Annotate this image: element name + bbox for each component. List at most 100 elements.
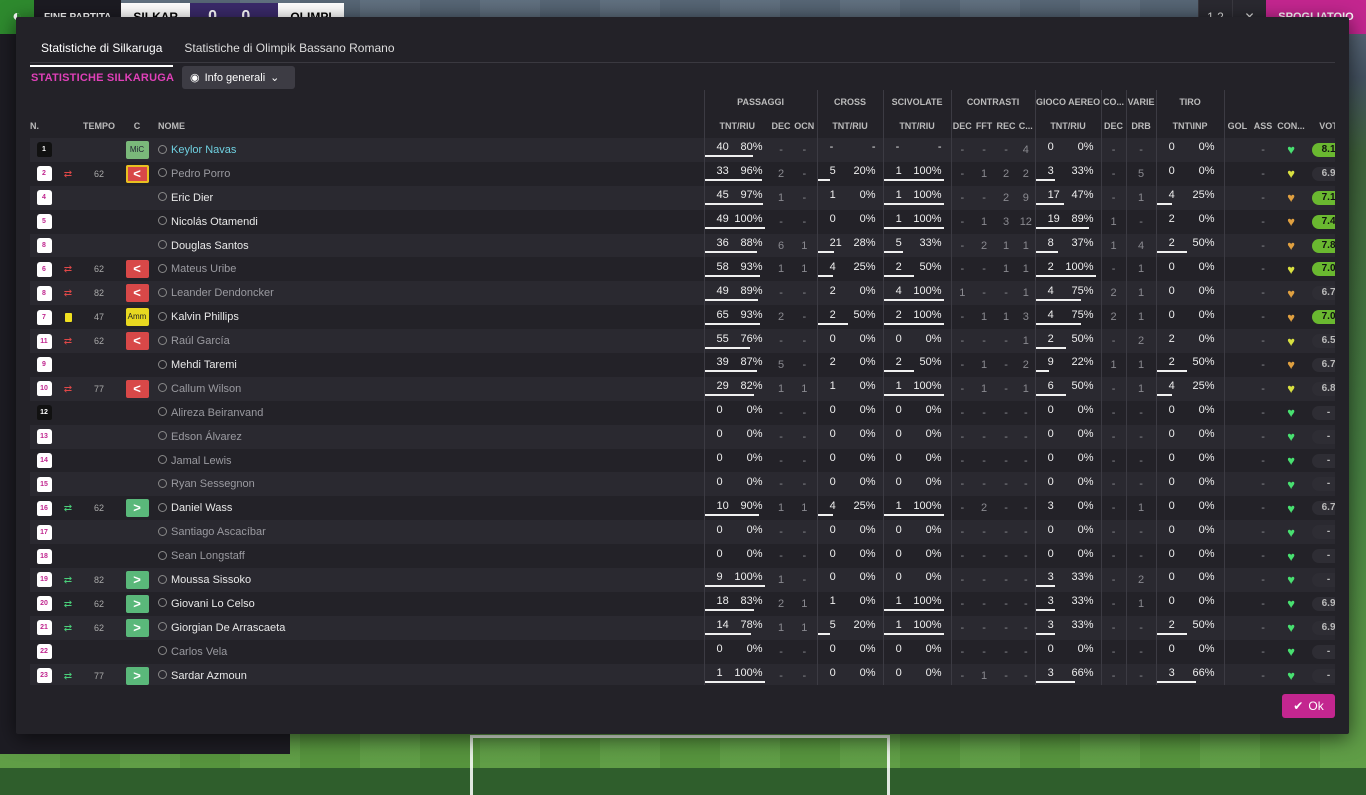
player-name-cell[interactable]: Mateus Uribe	[154, 257, 704, 281]
sub-off-button[interactable]: <	[125, 284, 149, 303]
player-name[interactable]: Daniel Wass	[171, 502, 232, 514]
sub-on-button[interactable]: >	[125, 570, 149, 589]
col-n[interactable]: N.	[30, 114, 58, 138]
table-row[interactable]: 10 ⇄ 77 < Callum Wilson 29 82% 1 1 1 0% 1 100% -1-1 6 5…	[30, 376, 1335, 401]
table-row[interactable]: 21 ⇄ 62 > Giorgian De Arrascaeta 14 78% 1 1 5 20% 1…	[30, 615, 1335, 640]
sub-off-button[interactable]: <	[125, 379, 149, 398]
sub-on-button[interactable]: >	[125, 594, 149, 613]
player-name-cell[interactable]: Sardar Azmoun	[154, 664, 704, 685]
player-name-cell[interactable]: Eric Dier	[154, 186, 704, 210]
player-name-cell[interactable]: Carlos Vela	[154, 640, 704, 664]
player-name-cell[interactable]: Raúl García	[154, 329, 704, 353]
table-row[interactable]: 8 Douglas Santos 36 88% 6 1 21 28% 5 33% -2 1 1 8 37% 1…	[30, 233, 1335, 258]
player-name-cell[interactable]: Sean Longstaff	[154, 544, 704, 568]
player-name[interactable]: Moussa Sissoko	[171, 574, 251, 586]
table-row[interactable]: 6 ⇄ 62 < Mateus Uribe 58 93% 1 1 4 25% 2 50% - -1 1 2 100…	[30, 257, 1335, 282]
player-name-cell[interactable]: Leander Dendoncker	[154, 281, 704, 305]
player-name[interactable]: Santiago Ascacíbar	[171, 526, 266, 538]
player-name[interactable]: Douglas Santos	[171, 240, 249, 252]
col-gol[interactable]: GOL	[1223, 114, 1251, 138]
player-name-cell[interactable]: Nicolás Otamendi	[154, 210, 704, 234]
table-row[interactable]: 14 Jamal Lewis 0 0% - -0 0% 0 0% - - - -0 0% - -0 0% - ♥ -	[30, 448, 1335, 473]
col-contr-c[interactable]: C...	[1017, 114, 1035, 138]
col-c[interactable]: C	[120, 114, 154, 138]
table-row[interactable]: 16 ⇄ 62 > Daniel Wass 10 90% 1 1 4 25% 1 100% -2- -3 0%…	[30, 496, 1335, 521]
player-name[interactable]: Edson Álvarez	[171, 431, 242, 443]
col-contr-rec[interactable]: REC	[995, 114, 1017, 138]
player-name[interactable]: Leander Dendoncker	[171, 287, 274, 299]
player-name[interactable]: Ryan Sessegnon	[171, 478, 255, 490]
player-name[interactable]: Keylor Navas	[171, 144, 236, 156]
col-con[interactable]: CON...	[1276, 114, 1306, 138]
table-row[interactable]: 13 Edson Álvarez 0 0% - -0 0% 0 0% - - - -0 0% - -0 0% - ♥…	[30, 424, 1335, 449]
table-row[interactable]: 22 Carlos Vela 0 0% - -0 0% 0 0% - - - -0 0% - -0 0% - ♥ -	[30, 639, 1335, 664]
player-name[interactable]: Giorgian De Arrascaeta	[171, 622, 285, 634]
sub-on-button[interactable]: >	[125, 618, 149, 637]
player-name-cell[interactable]: Moussa Sissoko	[154, 568, 704, 592]
player-name[interactable]: Kalvin Phillips	[171, 311, 239, 323]
player-name-cell[interactable]: Daniel Wass	[154, 496, 704, 520]
table-row[interactable]: 1 MiC Keylor Navas 40 80% - - - - - - - - -4 0 0% - -0 0% -…	[30, 138, 1335, 162]
col-cross-tnt-riu[interactable]: TNT/RIU	[816, 114, 884, 138]
player-name[interactable]: Jamal Lewis	[171, 455, 232, 467]
col-nome[interactable]: NOME	[154, 114, 704, 138]
stats-table-wrap[interactable]: PASSAGGI CROSS SCIVOLATE CONTRASTI GIOCO…	[30, 90, 1335, 685]
player-name-cell[interactable]: Ryan Sessegnon	[154, 472, 704, 496]
col-ass[interactable]: ASS	[1250, 114, 1276, 138]
sub-off-button[interactable]: <	[125, 332, 149, 351]
sub-on-button[interactable]: >	[125, 666, 149, 685]
sub-off-button[interactable]: <	[125, 260, 149, 279]
col-pass-dec[interactable]: DEC	[770, 114, 792, 138]
tab-away-stats[interactable]: Statistiche di Olimpik Bassano Romano	[173, 41, 405, 67]
table-row[interactable]: 5 Nicolás Otamendi 49 100% - -0 0% 1 100% -1 3 12 19…	[30, 209, 1335, 234]
table-row[interactable]: 19 ⇄ 82 > Moussa Sissoko 9 100% 1-0 0% 0 0% - - - -3 33…	[30, 568, 1335, 592]
col-tiro-tnt-inp[interactable]: TNT\INP	[1155, 114, 1225, 138]
view-dropdown[interactable]: ◉ Info generali ⌄	[182, 66, 295, 89]
player-name[interactable]: Sardar Azmoun	[171, 670, 247, 682]
col-contr-fft[interactable]: FFT	[973, 114, 995, 138]
tab-home-stats[interactable]: Statistiche di Silkaruga	[30, 41, 174, 67]
player-name-cell[interactable]: Jamal Lewis	[154, 449, 704, 473]
table-row[interactable]: 8 ⇄ 82 < Leander Dendoncker 49 89% - -2 0% 4 100% 1-…	[30, 281, 1335, 306]
player-name[interactable]: Pedro Porro	[171, 168, 230, 180]
player-name-cell[interactable]: Kalvin Phillips	[154, 305, 704, 329]
player-name[interactable]: Nicolás Otamendi	[171, 216, 258, 228]
col-pass-tnt-riu[interactable]: TNT/RIU	[703, 114, 771, 138]
table-row[interactable]: 20 ⇄ 62 > Giovani Lo Celso 18 83% 2 1 1 0% 1 100% - - -…	[30, 591, 1335, 616]
col-contr-dec[interactable]: DEC	[950, 114, 974, 138]
col-co-dec[interactable]: DEC	[1100, 114, 1127, 138]
player-name-cell[interactable]: Giovani Lo Celso	[154, 592, 704, 616]
col-tempo[interactable]: TEMPO	[78, 114, 120, 138]
player-name[interactable]: Mateus Uribe	[171, 263, 236, 275]
col-vot[interactable]: VOT	[1306, 114, 1335, 138]
table-row[interactable]: 11 ⇄ 62 < Raúl García 55 76% - -0 0% 0 0% - - -1 2 50% -2…	[30, 329, 1335, 354]
table-row[interactable]: 7 47 Amm Kalvin Phillips 65 93% 2-2 50% 2 100% -1 1…	[30, 305, 1335, 330]
player-name[interactable]: Mehdi Taremi	[171, 359, 237, 371]
table-row[interactable]: 23 ⇄ 77 > Sardar Azmoun 1 100% - -0 0% 0 0% -1- -3 66%…	[30, 663, 1335, 685]
player-name-cell[interactable]: Pedro Porro	[154, 162, 704, 186]
player-name-cell[interactable]: Mehdi Taremi	[154, 353, 704, 377]
table-row[interactable]: 12 Alireza Beiranvand 0 0% - -0 0% 0 0% - - - -0 0% - -…	[30, 400, 1335, 425]
player-name-cell[interactable]: Santiago Ascacíbar	[154, 520, 704, 544]
col-varie-drb[interactable]: DRB	[1125, 114, 1157, 138]
player-name[interactable]: Callum Wilson	[171, 383, 241, 395]
player-name-cell[interactable]: Callum Wilson	[154, 377, 704, 401]
sub-off-button[interactable]: <	[125, 164, 149, 183]
player-name-cell[interactable]: Douglas Santos	[154, 234, 704, 258]
col-aereo-tnt-riu[interactable]: TNT/RIU	[1034, 114, 1102, 138]
player-name[interactable]: Giovani Lo Celso	[171, 598, 255, 610]
player-name-cell[interactable]: Alireza Beiranvand	[154, 401, 704, 425]
col-sciv-tnt-riu[interactable]: TNT/RIU	[882, 114, 952, 138]
table-row[interactable]: 18 Sean Longstaff 0 0% - -0 0% 0 0% - - - -0 0% - -0 0% -…	[30, 544, 1335, 569]
player-name[interactable]: Raúl García	[171, 335, 230, 347]
table-row[interactable]: 2 ⇄ 62 < Pedro Porro 33 96% 2-5 20% 1 100% -1 2 2 3 33%…	[30, 161, 1335, 186]
player-name-cell[interactable]: Edson Álvarez	[154, 425, 704, 449]
player-name[interactable]: Eric Dier	[171, 192, 213, 204]
player-name-cell[interactable]: Giorgian De Arrascaeta	[154, 616, 704, 640]
player-name[interactable]: Sean Longstaff	[171, 550, 245, 562]
ok-button[interactable]: ✔ Ok	[1282, 694, 1335, 718]
player-name-cell[interactable]: Keylor Navas	[154, 138, 704, 162]
table-row[interactable]: 17 Santiago Ascacíbar 0 0% - -0 0% 0 0% - - - -0 0% - -…	[30, 520, 1335, 545]
sub-on-button[interactable]: >	[125, 499, 149, 518]
table-row[interactable]: 4 Eric Dier 45 97% 1-1 0% 1 100% - -2 9 17 47% -1 4 25%…	[30, 185, 1335, 210]
